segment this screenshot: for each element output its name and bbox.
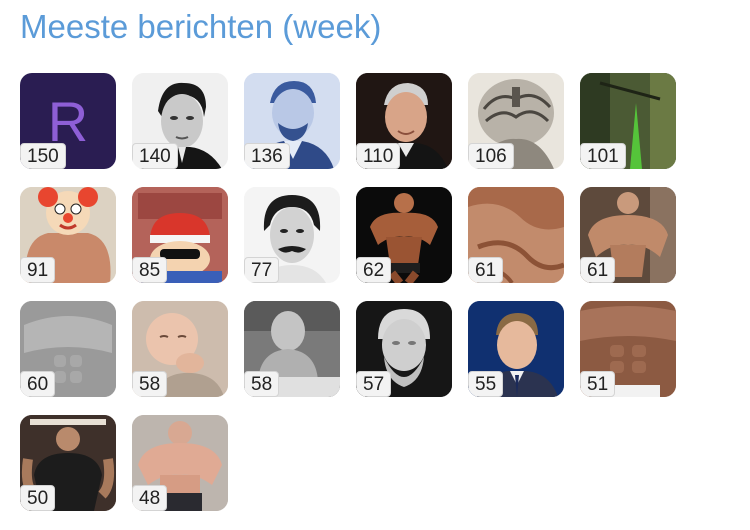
post-count-badge: 106 [468,143,514,169]
post-count-badge: 101 [580,143,626,169]
post-count-badge: 62 [356,257,392,283]
user-tile[interactable]: 136 [244,73,340,169]
user-tile[interactable]: 51 [580,301,676,397]
user-tile[interactable]: 62 [356,187,452,283]
post-count-badge: 50 [20,485,56,511]
post-count-badge: 77 [244,257,280,283]
user-tile[interactable]: 61 [468,187,564,283]
user-tile[interactable]: 106 [468,73,564,169]
post-count-badge: 61 [580,257,616,283]
user-avatar-grid: R 150 140 136 110 106 101 91 85 77 62 61… [20,73,676,511]
user-tile[interactable]: 101 [580,73,676,169]
post-count-badge: 85 [132,257,168,283]
user-tile[interactable]: 61 [580,187,676,283]
user-tile[interactable]: 60 [20,301,116,397]
user-tile[interactable]: 77 [244,187,340,283]
post-count-badge: 60 [20,371,56,397]
post-count-badge: 91 [20,257,56,283]
post-count-badge: 58 [244,371,280,397]
post-count-badge: 110 [356,143,401,169]
post-count-badge: 136 [244,143,290,169]
post-count-badge: 57 [356,371,392,397]
post-count-badge: 61 [468,257,504,283]
user-tile[interactable]: 48 [132,415,228,511]
post-count-badge: 58 [132,371,168,397]
user-tile[interactable]: R 150 [20,73,116,169]
post-count-badge: 140 [132,143,178,169]
user-tile[interactable]: 57 [356,301,452,397]
user-tile[interactable]: 110 [356,73,452,169]
post-count-badge: 48 [132,485,168,511]
post-count-badge: 150 [20,143,66,169]
page-title: Meeste berichten (week) [20,8,382,45]
user-tile[interactable]: 55 [468,301,564,397]
post-count-badge: 55 [468,371,504,397]
user-tile[interactable]: 140 [132,73,228,169]
user-tile[interactable]: 85 [132,187,228,283]
user-tile[interactable]: 58 [132,301,228,397]
post-count-badge: 51 [580,371,616,397]
user-tile[interactable]: 50 [20,415,116,511]
user-tile[interactable]: 58 [244,301,340,397]
user-tile[interactable]: 91 [20,187,116,283]
